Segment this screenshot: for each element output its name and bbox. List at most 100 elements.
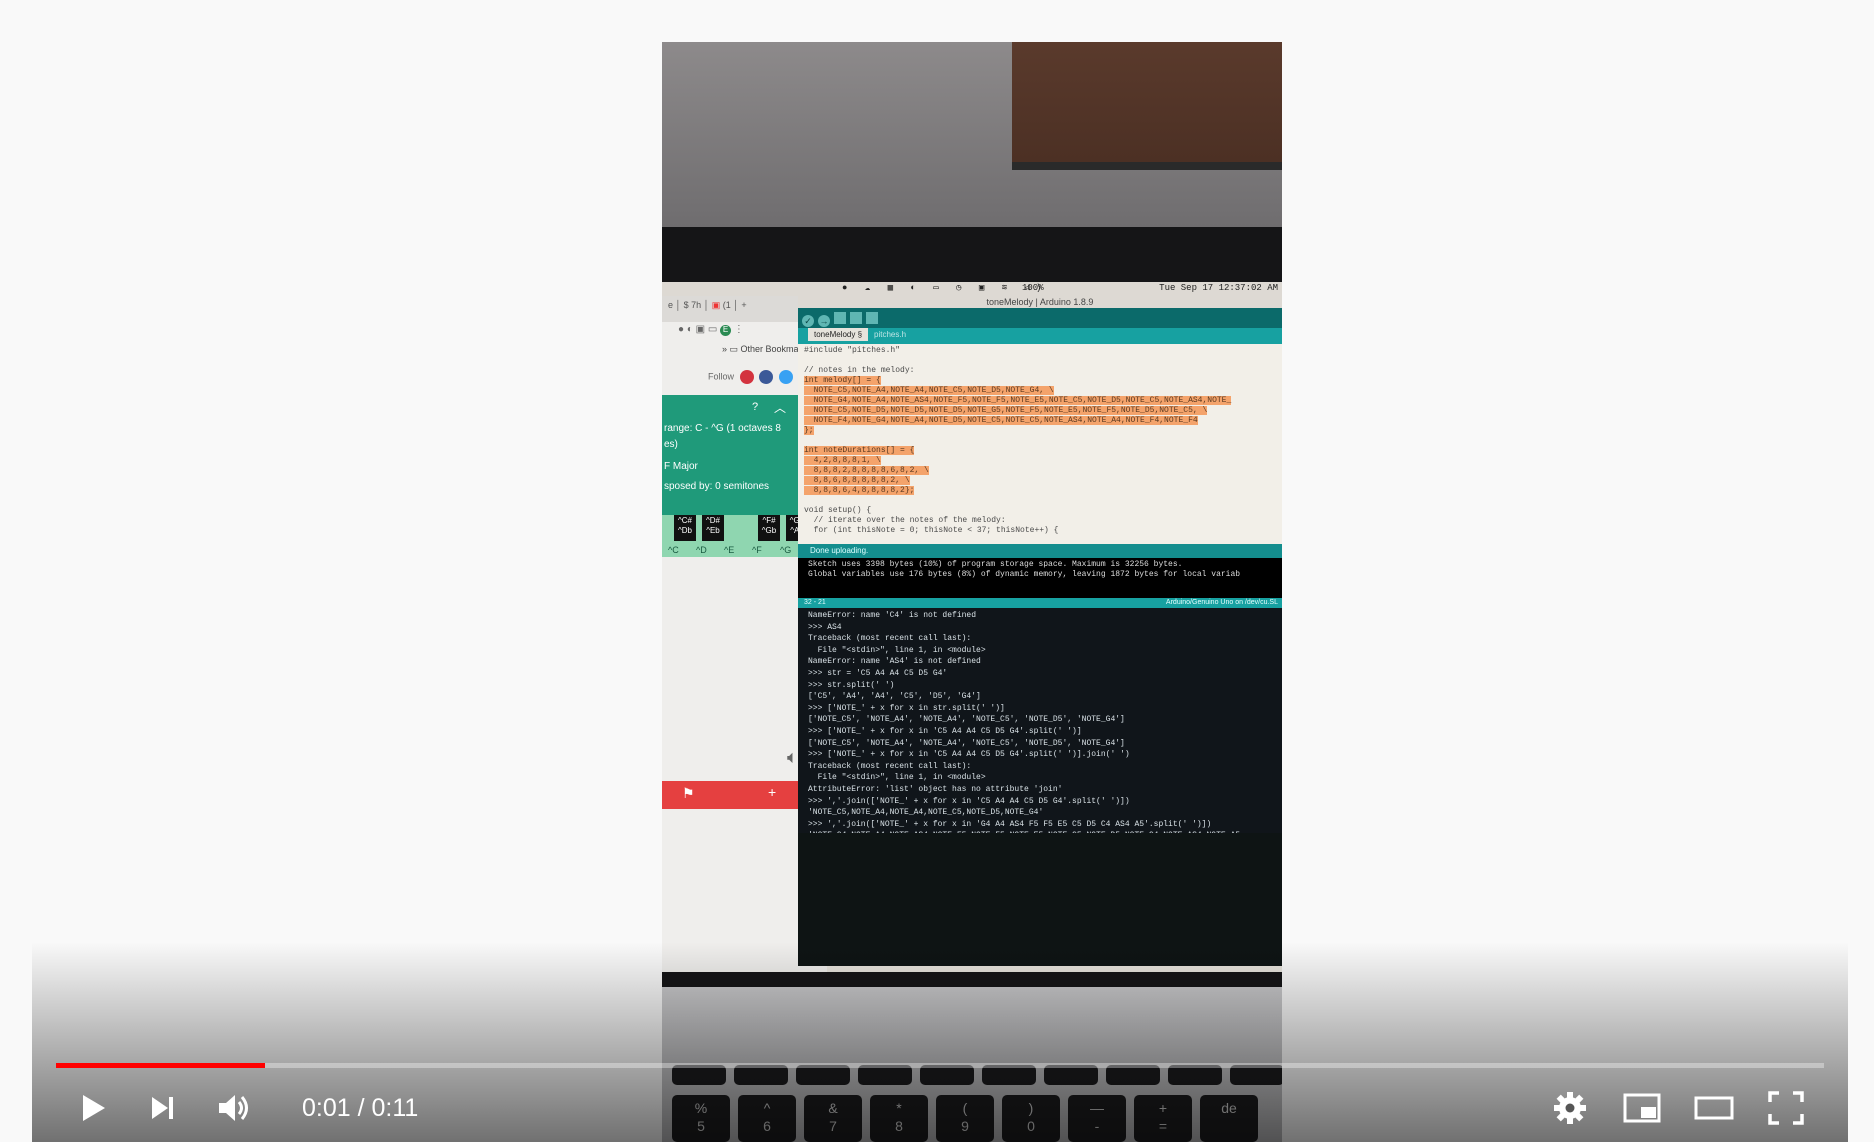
code-editor[interactable]: #include "pitches.h" // notes in the mel… xyxy=(798,344,1282,544)
black-key[interactable]: ^F# ^Gb xyxy=(758,515,780,541)
ide-status: Done uploading. xyxy=(798,544,1282,558)
function-key xyxy=(1168,1065,1222,1085)
fullscreen-icon[interactable] xyxy=(1766,1088,1806,1128)
keyboard-key: de xyxy=(1200,1095,1258,1142)
pinterest-icon xyxy=(739,370,754,384)
theater-mode-icon[interactable] xyxy=(1694,1088,1734,1128)
ide-title: toneMelody | Arduino 1.8.9 xyxy=(798,296,1282,308)
board-label: Arduino/Genuino Uno on /dev/cu.SL xyxy=(1165,599,1278,606)
white-key[interactable]: ^G xyxy=(780,545,791,555)
function-key xyxy=(920,1065,974,1085)
chevron-up-icon: ︿ xyxy=(774,401,787,415)
code-line: NOTE_C5,NOTE_D5,NOTE_D5,NOTE_D5,NOTE_G5,… xyxy=(804,406,1208,415)
follow-label: Follow xyxy=(708,371,735,382)
code-line: for (int thisNote = 0; thisNote < 37; th… xyxy=(804,526,1059,535)
tab-tonemelody[interactable]: toneMelody § xyxy=(808,328,869,341)
function-key xyxy=(858,1065,912,1085)
time-display: 0:01 / 0:11 xyxy=(302,1094,418,1123)
flag-icon[interactable]: ⚑ xyxy=(682,785,695,802)
transpose-label: sposed by: 0 semitones xyxy=(664,481,770,492)
function-key xyxy=(982,1065,1036,1085)
volume-icon[interactable] xyxy=(214,1088,254,1128)
time-current: 0:01 xyxy=(302,1094,351,1122)
save-icon[interactable] xyxy=(866,312,878,324)
terminal-line: ['NOTE_C5', 'NOTE_A4', 'NOTE_A4', 'NOTE_… xyxy=(808,715,1125,725)
tab-pitches[interactable]: pitches.h xyxy=(868,328,912,341)
progress-bar[interactable] xyxy=(56,1063,1824,1068)
key-label: F Major xyxy=(664,461,698,472)
white-key[interactable]: ^F xyxy=(752,545,762,555)
code-line: NOTE_C5,NOTE_A4,NOTE_A4,NOTE_C5,NOTE_D5,… xyxy=(804,386,1054,395)
code-line: int melody[] = { xyxy=(804,376,881,385)
video-frame[interactable]: ● ☁ ▦ ◐ ▭ ◷ ▣ ≋ ◁) 100% Tue Sep 17 12:37… xyxy=(662,42,1282,1142)
battery-percent: 100% xyxy=(1022,283,1044,293)
function-key-row xyxy=(662,1065,1282,1089)
terminal-line: Traceback (most recent call last): xyxy=(808,761,972,771)
play-icon[interactable] xyxy=(72,1088,112,1128)
code-line: NOTE_F4,NOTE_G4,NOTE_A4,NOTE_D5,NOTE_C5,… xyxy=(804,416,1198,425)
code-line: void setup() { xyxy=(804,506,872,515)
black-key[interactable]: ^C# ^Db xyxy=(674,515,696,541)
code-line: 4,2,8,8,8,1, \ xyxy=(804,456,881,465)
keyboard-key: & 7 xyxy=(804,1095,862,1142)
white-key[interactable]: ^D xyxy=(696,545,707,555)
next-icon[interactable] xyxy=(142,1088,182,1128)
terminal-line: >>> ','.join(['NOTE_' + x for x in 'G4 A… xyxy=(808,819,1212,829)
keyboard-key: * 8 xyxy=(870,1095,928,1142)
background-door xyxy=(1012,42,1282,170)
open-icon[interactable] xyxy=(850,312,862,324)
terminal-line: AttributeError: 'list' object has no att… xyxy=(808,784,1063,794)
keyboard-key: ) 0 xyxy=(1002,1095,1060,1142)
keyboard-key: % 5 xyxy=(672,1095,730,1142)
keyboard-key: — - xyxy=(1068,1095,1126,1142)
progress-played xyxy=(56,1063,265,1068)
twitter-icon xyxy=(778,370,793,384)
mac-menubar: ● ☁ ▦ ◐ ▭ ◷ ▣ ≋ ◁) 100% Tue Sep 17 12:37… xyxy=(662,282,1282,296)
code-line: 8,8,8,2,8,8,8,8,6,8,2, \ xyxy=(804,466,929,475)
terminal-line: File "<stdin>", line 1, in <module> xyxy=(808,645,986,655)
gear-icon[interactable] xyxy=(1550,1088,1590,1128)
python-terminal[interactable]: NameError: name 'C4' is not defined >>> A… xyxy=(798,608,1282,833)
menubar-clock: Tue Sep 17 12:37:02 AM xyxy=(1159,283,1278,293)
terminal-line: Traceback (most recent call last): xyxy=(808,634,972,644)
arduino-ide-window: toneMelody | Arduino 1.8.9 ✓ → toneMelody… xyxy=(798,296,1282,966)
function-key xyxy=(1044,1065,1098,1085)
terminal-line: >>> str.split(' ') xyxy=(808,680,895,690)
add-icon[interactable]: + xyxy=(768,784,776,800)
code-line: NOTE_G4,NOTE_A4,NOTE_AS4,NOTE_F5,NOTE_F5… xyxy=(804,396,1232,405)
facebook-icon xyxy=(759,370,774,384)
terminal-line: NameError: name 'C4' is not defined xyxy=(808,611,977,620)
range-label: range: C - ^G (1 octaves 8 xyxy=(664,423,781,434)
verify-icon[interactable]: ✓ xyxy=(802,315,814,327)
time-total: 0:11 xyxy=(371,1094,419,1122)
ide-toolbar: ✓ → xyxy=(798,308,1282,328)
speaker-icon: 🔈︎ xyxy=(787,747,798,767)
terminal-line: >>> ['NOTE_' + x for x in str.split(' ')… xyxy=(808,703,1005,713)
console-line: Global variables use 176 bytes (8%) of d… xyxy=(808,570,1241,579)
function-key xyxy=(1106,1065,1160,1085)
code-line: // iterate over the notes of the melody: xyxy=(804,516,1006,525)
video-player[interactable]: ● ☁ ▦ ◐ ▭ ◷ ▣ ≋ ◁) 100% Tue Sep 17 12:37… xyxy=(32,0,1848,1142)
code-line: 8,8,6,8,8,8,8,8,2, \ xyxy=(804,476,910,485)
white-key[interactable]: ^C xyxy=(668,545,679,555)
miniplayer-icon[interactable] xyxy=(1622,1088,1662,1128)
keyboard-key: + = xyxy=(1134,1095,1192,1142)
laptop-screen: ● ☁ ▦ ◐ ▭ ◷ ▣ ≋ ◁) 100% Tue Sep 17 12:37… xyxy=(662,282,1282,972)
ide-tabs: toneMelody § pitches.h xyxy=(798,328,1282,344)
code-line: int noteDurations[] = { xyxy=(804,446,915,455)
time-separator: / xyxy=(350,1094,372,1122)
new-icon[interactable] xyxy=(834,312,846,324)
code-line: // notes in the melody: xyxy=(804,366,915,375)
terminal-line: >>> ['NOTE_' + x for x in 'C5 A4 A4 C5 D… xyxy=(808,726,1082,736)
terminal-line: >>> ['NOTE_' + x for x in 'C5 A4 A4 C5 D… xyxy=(808,750,1130,760)
help-icon: ? xyxy=(752,401,759,413)
upload-icon[interactable]: → xyxy=(818,315,830,327)
range-label-cont: es) xyxy=(664,439,678,450)
terminal-line: ['NOTE_C5', 'NOTE_A4', 'NOTE_A4', 'NOTE_… xyxy=(808,738,1125,748)
code-line: #include "pitches.h" xyxy=(804,346,901,355)
black-key[interactable]: ^D# ^Eb xyxy=(702,515,724,541)
line-indicator: 32 - 21 xyxy=(804,599,826,606)
code-line: }; xyxy=(804,426,814,435)
white-key[interactable]: ^E xyxy=(724,545,734,555)
ide-footer: 32 - 21 Arduino/Genuino Uno on /dev/cu.S… xyxy=(798,598,1282,608)
